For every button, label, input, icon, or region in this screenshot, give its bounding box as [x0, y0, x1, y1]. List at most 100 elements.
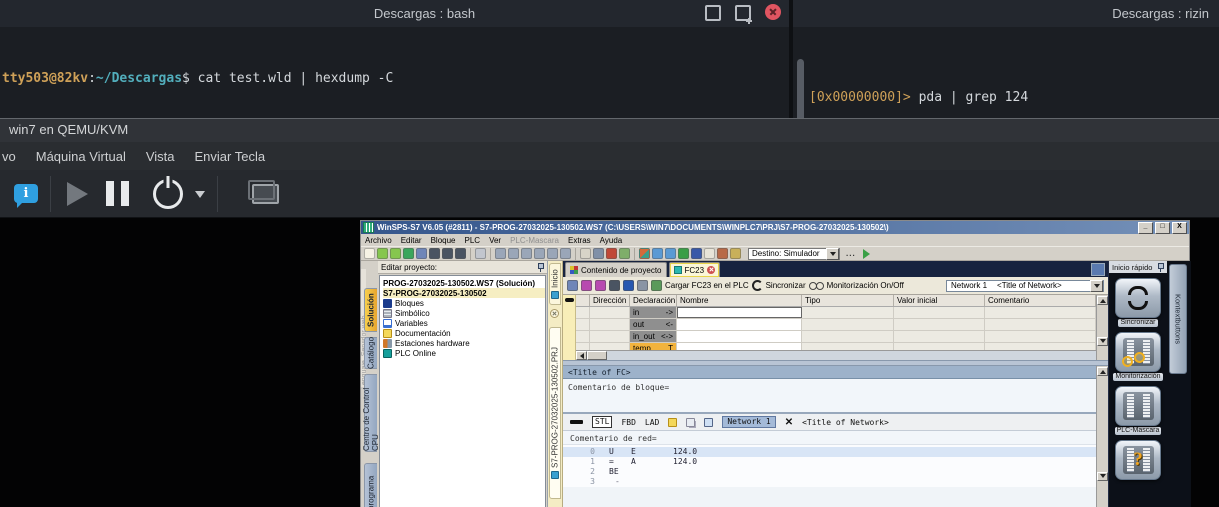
menu-archivo[interactable]: Archivo — [365, 236, 392, 245]
check-icon[interactable] — [704, 248, 715, 259]
open-recent-icon[interactable] — [390, 248, 401, 259]
view-fbd-button[interactable]: FBD — [621, 418, 635, 427]
save-icon[interactable] — [416, 248, 427, 259]
block-download-icon[interactable] — [547, 248, 558, 259]
cell-direccion[interactable] — [590, 331, 630, 342]
copy-network-icon[interactable] — [686, 417, 696, 427]
open-project-icon[interactable] — [377, 248, 388, 259]
cell-declaracion[interactable]: in_out <-> — [630, 331, 677, 342]
more-button[interactable]: ... — [846, 249, 856, 258]
table-row[interactable]: out <- — [576, 319, 1096, 331]
menu-ver[interactable]: Ver — [489, 236, 501, 245]
pin-icon[interactable] — [1157, 262, 1164, 272]
table-row[interactable]: temp T — [576, 343, 1096, 350]
print-icon[interactable] — [475, 248, 486, 259]
fc-title-bar[interactable]: <Title of FC> — [563, 366, 1096, 379]
collapse-dash-icon[interactable] — [565, 298, 574, 302]
view-lad-button[interactable]: LAD — [645, 418, 659, 427]
destino-select[interactable]: Destino: Simulador — [748, 247, 840, 260]
tree-item-estaciones[interactable]: Estaciones hardware — [383, 338, 545, 348]
hardware-icon[interactable] — [717, 248, 728, 259]
sincronizar-button[interactable]: Sincronizar — [766, 281, 806, 290]
view-stl-button[interactable]: STL — [592, 416, 613, 428]
cell-direccion[interactable] — [590, 343, 630, 350]
cell-comentario[interactable] — [985, 319, 1096, 330]
tab-solucion[interactable]: Solución — [364, 288, 377, 332]
help-button[interactable]: ? — [1115, 440, 1161, 480]
plc-mascara-button[interactable] — [1115, 386, 1161, 426]
find-icon[interactable] — [429, 248, 440, 259]
menu-editar[interactable]: Editar — [401, 236, 422, 245]
sincronizar-button[interactable] — [1115, 278, 1161, 318]
binoculars-icon[interactable] — [442, 248, 453, 259]
run-icon[interactable] — [678, 248, 689, 259]
tree-item-simbolico[interactable]: Simbólico — [383, 308, 545, 318]
cell-declaracion[interactable]: in -> — [630, 307, 677, 318]
monitorizacion-button[interactable] — [1115, 332, 1161, 372]
new-project-icon[interactable] — [364, 248, 375, 259]
binoculars-online-icon[interactable] — [455, 248, 466, 259]
chevron-down-icon[interactable] — [826, 247, 839, 260]
new-window-icon[interactable] — [735, 5, 752, 24]
close-tab-icon[interactable] — [550, 309, 559, 318]
menu-vista[interactable]: Vista — [146, 149, 175, 164]
minimize-icon[interactable]: _ — [1138, 221, 1153, 234]
table-hscrollbar[interactable] — [576, 350, 1096, 360]
qemu-titlebar[interactable]: win7 en QEMU/KVM — [0, 118, 1219, 142]
cell-comentario[interactable] — [985, 331, 1096, 342]
online-view-icon[interactable] — [652, 248, 663, 259]
network-select[interactable]: Network 1 <Title of Network> — [946, 279, 1104, 292]
cell-direccion[interactable] — [590, 307, 630, 318]
block-upload-icon[interactable] — [534, 248, 545, 259]
menu-plc[interactable]: PLC — [465, 236, 481, 245]
compare-blocks-icon[interactable] — [593, 248, 604, 259]
block-prev-icon[interactable] — [495, 248, 506, 259]
cell-tipo[interactable] — [802, 319, 894, 330]
nombre-input[interactable] — [677, 307, 802, 318]
tab-fc23[interactable]: FC23 — [668, 262, 721, 277]
glasses-icon[interactable] — [808, 281, 824, 290]
block-next-icon[interactable] — [560, 248, 571, 259]
pause-icon[interactable] — [106, 181, 129, 206]
tree-item-plc-online[interactable]: PLC Online — [383, 348, 545, 358]
code-line[interactable]: 2 BE — [563, 467, 1096, 477]
code-line[interactable]: 1 = A 124.0 — [563, 457, 1096, 467]
shutdown-caret-icon[interactable] — [195, 191, 205, 203]
cell-declaracion[interactable]: out <- — [630, 319, 677, 330]
chevron-down-icon[interactable] — [1090, 279, 1103, 292]
cell-tipo[interactable] — [802, 331, 894, 342]
cell-tipo[interactable] — [802, 343, 894, 350]
cell-valor[interactable] — [894, 331, 985, 342]
sincronizar-icon[interactable] — [751, 280, 763, 291]
status-icon[interactable] — [691, 248, 702, 259]
menu-maquina-virtual[interactable]: Máquina Virtual — [36, 149, 126, 164]
close-icon[interactable]: X — [1172, 221, 1187, 234]
stl-code[interactable]: 0 U E 124.0 1 = A 124.0 2 BE 3- — [563, 445, 1096, 487]
cell-valor[interactable] — [894, 319, 985, 330]
monitorizacion-button[interactable]: Monitorización On/Off — [827, 281, 904, 290]
tab-programa[interactable]: programa — [364, 463, 377, 507]
close-tab-icon[interactable] — [707, 266, 716, 274]
simulator-icon[interactable] — [730, 248, 741, 259]
shutdown-icon[interactable] — [153, 178, 183, 209]
block-comment[interactable]: Comentario de bloque= — [563, 379, 1096, 412]
window-list-button[interactable] — [1091, 262, 1105, 276]
download-block-icon[interactable] — [651, 280, 662, 291]
scroll-left-icon[interactable] — [576, 351, 587, 360]
paste-network-icon[interactable] — [704, 417, 714, 427]
cell-tipo[interactable] — [802, 307, 894, 318]
cell-nombre[interactable] — [677, 331, 802, 342]
collapse-dash-icon[interactable] — [570, 420, 583, 424]
cell-nombre[interactable] — [677, 343, 802, 350]
symbol-table-icon[interactable] — [619, 248, 630, 259]
watch-icon[interactable] — [580, 248, 591, 259]
menu-ayuda[interactable]: Ayuda — [600, 236, 623, 245]
col-tipo[interactable]: Tipo — [802, 295, 894, 306]
binoculars-icon[interactable] — [609, 280, 620, 291]
delete-block-icon[interactable] — [606, 248, 617, 259]
scroll-down-icon[interactable] — [1097, 472, 1108, 481]
table-row[interactable]: in -> — [576, 307, 1096, 319]
tab-contenido-de-proyecto[interactable]: Contenido de proyecto — [565, 262, 667, 277]
block-save-icon[interactable] — [521, 248, 532, 259]
table-row[interactable]: in_out <-> — [576, 331, 1096, 343]
